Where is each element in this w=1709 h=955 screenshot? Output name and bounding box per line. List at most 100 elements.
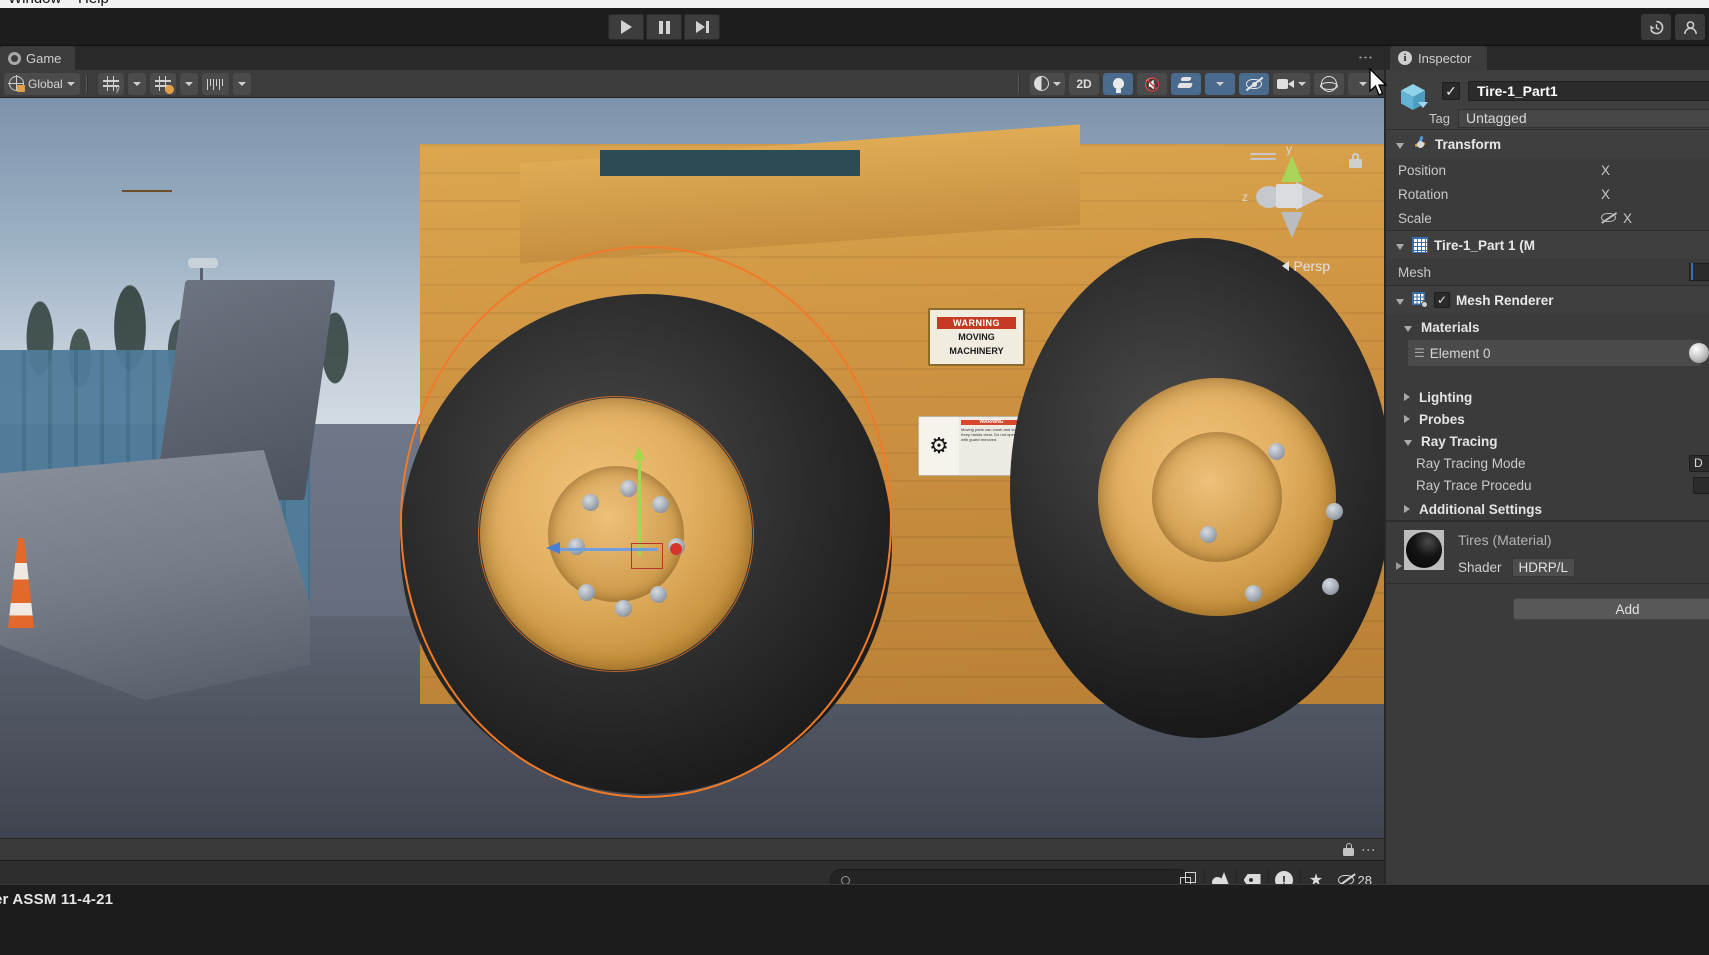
chevron-down-icon[interactable] [1404,326,1412,332]
tag-value: Untagged [1466,110,1527,126]
account-button[interactable] [1675,14,1705,40]
materials-foldout[interactable]: Materials [1386,316,1709,338]
toggle-2d-label: 2D [1076,77,1091,91]
object-enabled-checkbox[interactable] [1442,82,1460,100]
scene-orientation-gizmo[interactable]: y z [1248,146,1332,246]
scale-constrain-off-icon[interactable] [1601,213,1617,224]
gizmo-axis-z[interactable] [670,543,682,555]
lock-icon[interactable] [1349,153,1362,168]
chevron-right-icon[interactable] [1404,505,1410,513]
material-element-row[interactable]: ☰ Element 0 [1408,340,1701,366]
chevron-down-icon[interactable] [1396,244,1404,250]
loader-attachment [0,270,330,710]
ruler-dropdown[interactable] [233,73,251,95]
effects-dropdown[interactable] [1205,73,1235,95]
scale-x-label[interactable]: X [1623,211,1632,226]
shader-row: Shader HDRP/L [1458,558,1575,577]
vehicle-cab-shadow [600,150,860,176]
pause-button[interactable] [646,14,682,40]
object-name-value: Tire-1_Part1 [1477,83,1558,99]
ray-tracing-mode-value: D [1694,456,1703,470]
gizmo-cone-up[interactable] [1281,156,1303,182]
position-x-label[interactable]: X [1601,163,1610,178]
grid-visibility-toggle[interactable] [150,73,176,95]
chevron-right-icon[interactable] [1404,393,1410,401]
grid-snap-dropdown[interactable] [128,73,146,95]
pivot-global-toggle[interactable]: Global [4,73,80,95]
lock-icon[interactable] [1343,843,1354,856]
mesh-renderer-enabled-checkbox[interactable] [1434,292,1450,308]
rotation-row: Rotation X [1386,182,1709,206]
menu-item-help[interactable]: Help [78,0,109,7]
gizmo-center-cube[interactable] [1276,184,1302,208]
warning-sign-line2: MACHINERY [949,346,1003,357]
mesh-renderer-component: Mesh Renderer Materials ☰ Element 0 Ligh… [1386,286,1709,521]
grid-visibility-dropdown[interactable] [180,73,198,95]
transform-icon [1412,136,1429,153]
account-icon [1682,19,1699,36]
object-name-field[interactable]: Tire-1_Part1 [1468,81,1709,101]
gizmo-axis-y[interactable] [638,458,641,556]
tab-game[interactable]: Game [0,46,75,70]
gizmo-plane-handle[interactable] [631,543,663,569]
ray-tracing-foldout[interactable]: Ray Tracing [1386,430,1709,452]
mesh-filter-title: Tire-1_Part 1 (M [1434,238,1535,253]
eye-slash-icon [1245,77,1263,91]
game-panel-menu-button[interactable]: ⋮ [1358,50,1372,65]
gizmos-toggle[interactable] [1314,73,1344,95]
mesh-filter-header[interactable]: Tire-1_Part 1 (M [1386,231,1709,259]
chevron-down-icon[interactable] [1396,299,1404,305]
probes-foldout[interactable]: Probes [1386,408,1709,430]
menu-item-window[interactable]: Window [8,0,61,7]
ray-tracing-mode-dropdown[interactable]: D [1689,455,1709,472]
footer-menu-button[interactable]: ⋮ [1364,843,1374,857]
inspector-panel: i Inspector Tire-1_Part1 Tag Untagged [1386,46,1709,884]
add-component-row: Add [1386,583,1709,620]
grid-snap-toggle[interactable]: y [98,73,124,95]
game-view-render[interactable]: WARNING MOVING MACHINERY ⚙ WARNING Movin… [0,98,1384,838]
rear-lug [1268,443,1285,460]
gizmo-guide-line [122,190,172,192]
transform-title: Transform [1435,137,1501,152]
game-tab-icon [8,52,21,65]
mesh-object-field[interactable] [1689,263,1709,281]
rear-lug [1322,578,1339,595]
toggle-lighting[interactable] [1103,73,1133,95]
game-tab-strip: Game ⋮ [0,46,1384,70]
shading-mode-button[interactable] [1030,73,1065,95]
tab-inspector[interactable]: i Inspector [1390,46,1487,70]
play-button[interactable] [608,14,644,40]
toggle-2d[interactable]: 2D [1069,73,1099,95]
menu-bar: Window Help [0,0,1709,8]
drag-handle-icon[interactable]: ☰ [1414,346,1424,360]
material-preview-icon [1689,343,1709,363]
chevron-down-icon[interactable] [1396,143,1404,149]
transform-component-header[interactable]: Transform [1386,130,1709,158]
camera-settings-button[interactable] [1273,73,1310,95]
gizmo-cone-down[interactable] [1281,212,1303,238]
ray-trace-procedural-field[interactable] [1693,477,1709,494]
add-component-button[interactable]: Add [1513,598,1709,620]
rotation-x-label[interactable]: X [1601,187,1610,202]
mesh-filter-icon [1691,263,1693,280]
projection-mode-label[interactable]: Persp [1282,258,1330,274]
chevron-down-icon[interactable] [1404,440,1412,446]
toggle-effects[interactable] [1171,73,1201,95]
additional-settings-foldout[interactable]: Additional Settings [1386,498,1709,520]
game-view-panel: Game ⋮ Global y [0,46,1384,856]
shader-dropdown[interactable]: HDRP/L [1512,558,1576,577]
history-button[interactable] [1641,14,1671,40]
tag-row: Tag Untagged [1386,108,1709,128]
toggle-hidden-objects[interactable] [1239,73,1269,95]
step-button[interactable] [684,14,720,40]
grid-y-icon: y [103,76,119,91]
transform-move-gizmo[interactable] [556,448,686,563]
lighting-foldout[interactable]: Lighting [1386,386,1709,408]
lighting-label: Lighting [1419,390,1472,405]
toggle-audio[interactable]: 🔇 [1137,73,1167,95]
tag-dropdown[interactable]: Untagged [1458,109,1709,128]
chevron-right-icon[interactable] [1396,562,1402,570]
mesh-renderer-header[interactable]: Mesh Renderer [1386,286,1709,314]
chevron-right-icon[interactable] [1404,415,1410,423]
ruler-tool[interactable] [202,73,229,95]
